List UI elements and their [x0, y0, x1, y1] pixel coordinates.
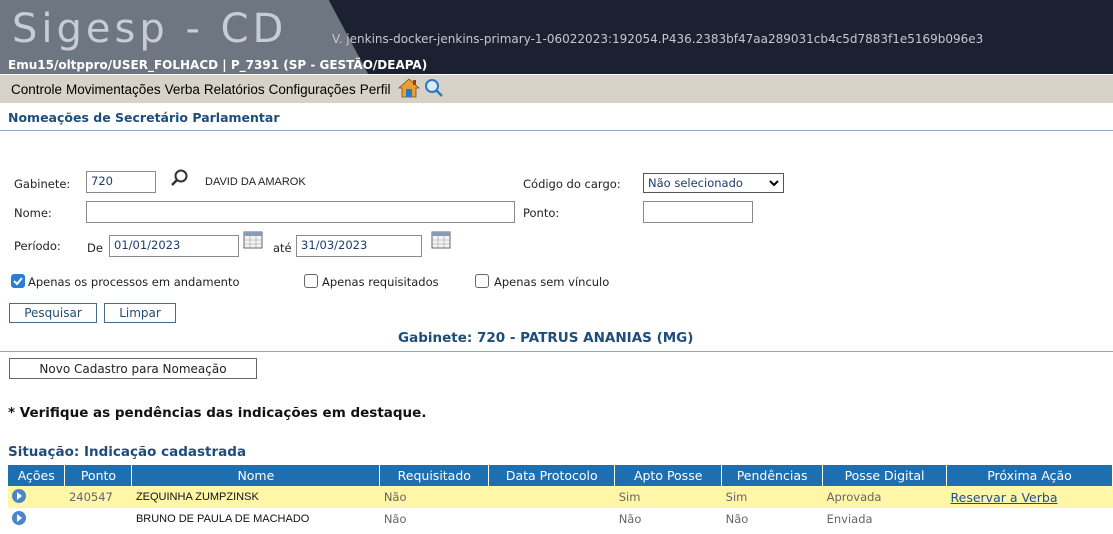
- requisitados-label: Apenas requisitados: [322, 275, 439, 289]
- col-header-ponto: Ponto: [64, 465, 133, 486]
- col-header-data-protocolo: Data Protocolo: [488, 465, 616, 486]
- codigo-cargo-value: Não selecionado: [648, 176, 743, 190]
- menu-item-configuracoes[interactable]: Configurações: [269, 82, 356, 97]
- ponto-cell: [65, 508, 132, 530]
- search-icon[interactable]: [424, 78, 444, 101]
- data-protocolo-cell: [488, 486, 615, 508]
- requisitados-checkbox[interactable]: [304, 274, 318, 288]
- chevron-down-icon: [769, 176, 779, 190]
- col-header-proxima-acao: Próxima Ação: [946, 465, 1113, 486]
- periodo-label: Período:: [14, 239, 61, 253]
- ponto-cell: 240547: [64, 486, 132, 508]
- andamento-label: Apenas os processos em andamento: [28, 275, 240, 289]
- pesquisar-button[interactable]: Pesquisar: [9, 303, 97, 323]
- user-session-line: Emu15/oltppro/USER_FOLHACD | P_7391 (SP …: [8, 58, 428, 72]
- col-header-requisitado: Requisitado: [379, 465, 490, 486]
- de-date-input[interactable]: 01/01/2023: [109, 235, 239, 257]
- table-header-row: Ações Ponto Nome Requisitado Data Protoc…: [8, 465, 1113, 486]
- data-protocolo-cell: [489, 508, 615, 530]
- menu-item-controle[interactable]: Controle: [11, 82, 62, 97]
- page-title: Nomeações de Secretário Parlamentar: [8, 110, 280, 125]
- limpar-button[interactable]: Limpar: [104, 303, 176, 323]
- calendar-icon[interactable]: [243, 230, 263, 250]
- menu-item-relatorios[interactable]: Relatórios: [204, 82, 265, 97]
- row-action-cell: [8, 508, 65, 530]
- nominations-table: Ações Ponto Nome Requisitado Data Protoc…: [8, 465, 1113, 530]
- ate-label: até: [273, 241, 292, 255]
- gabinete-name: DAVID DA AMAROK: [205, 176, 306, 188]
- nome-input[interactable]: [86, 201, 515, 223]
- title-divider: [0, 130, 1113, 131]
- pending-note: * Verifique as pendências das indicações…: [8, 405, 427, 421]
- apto-posse-cell: Não: [618, 512, 642, 526]
- nome-cell: BRUNO DE PAULA DE MACHADO: [135, 513, 310, 525]
- andamento-checkbox[interactable]: [11, 274, 25, 288]
- col-header-posse-digital: Posse Digital: [822, 465, 948, 486]
- proxima-acao-cell: [947, 508, 1113, 530]
- codigo-cargo-label: Código do cargo:: [523, 177, 621, 191]
- menu-bar: Controle Movimentações Verba Relatórios …: [0, 75, 1113, 103]
- menu-item-verba[interactable]: Verba: [165, 82, 200, 97]
- ate-date-input[interactable]: 31/03/2023: [296, 235, 422, 257]
- apto-posse-cell: Sim: [614, 486, 722, 508]
- ponto-input[interactable]: [643, 201, 753, 223]
- col-header-nome: Nome: [131, 465, 381, 486]
- menu-item-perfil[interactable]: Perfil: [360, 82, 391, 97]
- requisitado-cell: Não: [379, 486, 489, 508]
- section-divider: [0, 351, 1113, 352]
- col-header-pendencias: Pendências: [721, 465, 824, 486]
- nome-cell: ZEQUINHA ZUMPZINSK: [131, 486, 380, 508]
- calendar-icon[interactable]: [431, 230, 451, 250]
- gabinete-label: Gabinete:: [14, 177, 71, 191]
- pendencias-cell: Sim: [721, 486, 823, 508]
- situacao-heading: Situação: Indicação cadastrada: [8, 444, 247, 460]
- posse-digital-cell: Aprovada: [822, 486, 947, 508]
- lookup-search-icon[interactable]: [170, 168, 190, 191]
- table-row: BRUNO DE PAULA DE MACHADO Não Não Não En…: [8, 508, 1113, 530]
- reservar-verba-link[interactable]: Reservar a Verba: [951, 490, 1058, 505]
- novo-cadastro-button[interactable]: Novo Cadastro para Nomeação: [9, 358, 257, 379]
- gabinete-heading: Gabinete: 720 - PATRUS ANANIAS (MG): [398, 330, 694, 346]
- proxima-acao-cell: Reservar a Verba: [946, 486, 1113, 508]
- app-header: Sigesp - CD V. jenkins-docker-jenkins-pr…: [0, 0, 1113, 74]
- codigo-cargo-select[interactable]: Não selecionado: [643, 173, 784, 193]
- gabinete-input[interactable]: 720: [86, 171, 156, 193]
- table-row: 240547 ZEQUINHA ZUMPZINSK Não Sim Sim Ap…: [8, 486, 1113, 508]
- col-header-apto-posse: Apto Posse: [614, 465, 723, 486]
- sem-vinculo-checkbox[interactable]: [475, 274, 489, 288]
- menu-item-movimentacoes[interactable]: Movimentações: [66, 82, 161, 97]
- nome-label: Nome:: [14, 206, 52, 220]
- app-logo: Sigesp - CD: [12, 6, 288, 52]
- row-action-cell: [8, 486, 65, 508]
- sem-vinculo-label: Apenas sem vínculo: [494, 275, 610, 289]
- requisitado-cell: Não: [383, 512, 407, 526]
- home-icon[interactable]: [398, 77, 421, 101]
- ponto-label: Ponto:: [523, 206, 560, 220]
- de-label: De: [87, 241, 103, 255]
- posse-digital-cell: Enviada: [826, 512, 873, 526]
- details-arrow-icon[interactable]: [12, 488, 26, 503]
- version-text: V. jenkins-docker-jenkins-primary-1-0602…: [332, 32, 984, 46]
- pendencias-cell: Não: [725, 512, 749, 526]
- col-header-acoes: Ações: [8, 465, 66, 486]
- details-arrow-icon[interactable]: [12, 510, 26, 525]
